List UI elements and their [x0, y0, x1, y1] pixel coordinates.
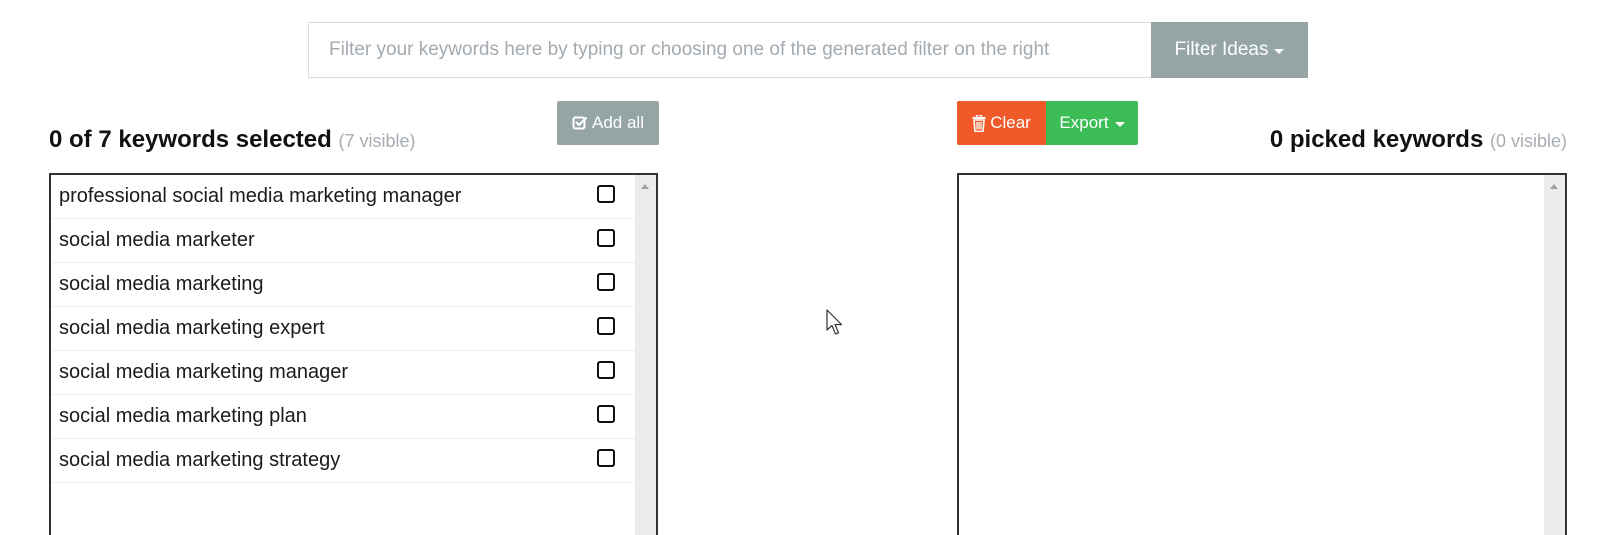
scroll-up-arrow-icon[interactable]	[1550, 184, 1558, 189]
keyword-checkbox[interactable]	[597, 448, 615, 467]
keyword-picker-page: Filter Ideas 0 of 7 keywords selected (7…	[0, 0, 1600, 535]
add-all-label: Add all	[592, 113, 644, 132]
picked-keywords-title: 0 picked keywords	[1269, 126, 1484, 153]
keyword-checkbox[interactable]	[597, 184, 615, 203]
filter-input[interactable]	[308, 22, 1151, 78]
keyword-label: social media marketing plan	[59, 405, 307, 427]
keyword-row[interactable]: professional social media marketing mana…	[51, 175, 635, 219]
keyword-label: social media marketing manager	[59, 361, 349, 383]
filter-ideas-label: Filter Ideas	[1174, 39, 1269, 60]
picked-actions: Clear Export	[957, 101, 1138, 145]
keyword-row[interactable]: social media marketing expert	[51, 307, 635, 351]
keyword-list-scrollbar[interactable]	[635, 175, 656, 535]
keyword-checkbox[interactable]	[597, 272, 615, 291]
filter-ideas-button[interactable]: Filter Ideas	[1151, 22, 1308, 78]
keyword-label: social media marketing	[59, 273, 264, 295]
keyword-checkbox[interactable]	[597, 228, 615, 247]
caret-down-icon	[1274, 48, 1285, 54]
picked-keyword-list-box	[957, 173, 1567, 535]
caret-down-icon	[1114, 121, 1125, 127]
keywords-selected-title: 0 of 7 keywords selected	[49, 126, 332, 153]
keyword-list: professional social media marketing mana…	[51, 175, 635, 483]
picked-keywords-heading: 0 picked keywords (0 visible)	[1270, 126, 1567, 154]
keywords-selected-heading: 0 of 7 keywords selected (7 visible)	[49, 126, 416, 154]
keywords-visible-count: (7 visible)	[338, 131, 416, 151]
clear-button[interactable]: Clear	[957, 101, 1046, 145]
keyword-label: social media marketing strategy	[59, 449, 341, 471]
keyword-row[interactable]: social media marketing plan	[51, 395, 635, 439]
clear-label: Clear	[990, 113, 1031, 132]
keyword-row[interactable]: social media marketing manager	[51, 351, 635, 395]
picked-visible-count: (0 visible)	[1489, 131, 1567, 151]
check-square-icon	[572, 116, 588, 130]
keyword-label: social media marketing expert	[59, 317, 325, 339]
add-all-button[interactable]: Add all	[557, 101, 659, 145]
keyword-list-box: professional social media marketing mana…	[49, 173, 658, 535]
scroll-up-arrow-icon[interactable]	[641, 184, 649, 189]
keyword-checkbox[interactable]	[597, 360, 615, 379]
picked-list-scrollbar[interactable]	[1544, 175, 1565, 535]
export-label: Export	[1059, 113, 1109, 132]
mouse-pointer-icon	[826, 309, 843, 335]
filter-bar: Filter Ideas	[308, 22, 1308, 78]
keyword-row[interactable]: social media marketing strategy	[51, 439, 635, 483]
keyword-label: social media marketer	[59, 229, 255, 251]
keyword-row[interactable]: social media marketing	[51, 263, 635, 307]
keyword-checkbox[interactable]	[597, 404, 615, 423]
export-button[interactable]: Export	[1046, 101, 1138, 145]
keyword-checkbox[interactable]	[597, 316, 615, 335]
keyword-label: professional social media marketing mana…	[59, 185, 462, 207]
trash-icon	[972, 114, 986, 132]
keyword-row[interactable]: social media marketer	[51, 219, 635, 263]
